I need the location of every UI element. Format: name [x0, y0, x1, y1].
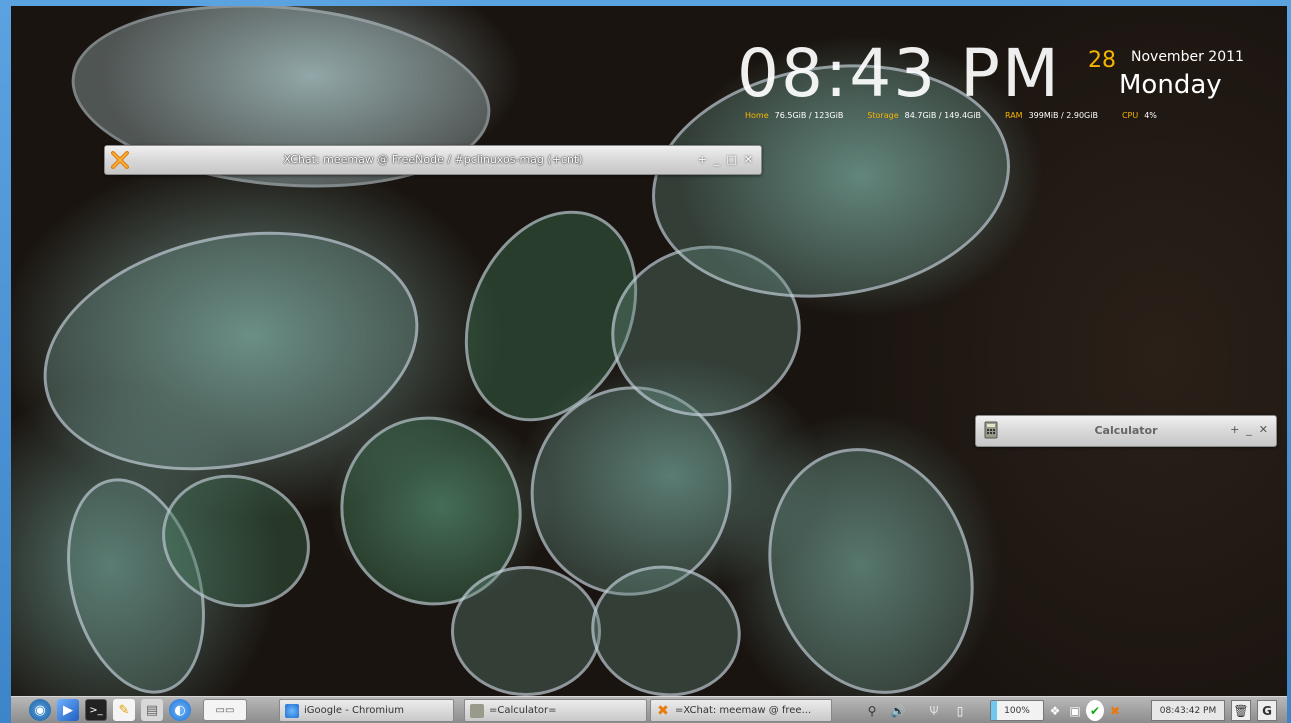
search-icon[interactable]: ⚲	[861, 700, 883, 721]
network-icon[interactable]: Ψ	[923, 700, 945, 721]
pin-button[interactable]: +	[698, 153, 707, 166]
minimize-button[interactable]: _	[714, 153, 720, 166]
conky-month-year: November 2011	[1131, 49, 1244, 65]
taskbar: ◉ ▶ >_ ✎ ▤ ◐ ▭▭ iGoogle - Chromium =Calc…	[11, 696, 1287, 723]
task-label: iGoogle - Chromium	[304, 705, 404, 716]
minimize-button[interactable]: _	[1246, 423, 1252, 436]
volume-icon[interactable]: 🔊	[887, 700, 909, 721]
trash-icon[interactable]: 🗑	[1231, 700, 1251, 721]
stat-value: 4%	[1144, 111, 1157, 120]
updates-icon[interactable]: ✔	[1086, 700, 1104, 721]
conky-system-stats: Home 76.5GiB / 123GiB Storage 84.7GiB / …	[745, 111, 1175, 120]
stat-label: Storage	[867, 111, 899, 120]
desktop-icon[interactable]: ▶	[57, 699, 79, 721]
close-button[interactable]: ✕	[744, 153, 753, 166]
file-manager-icon[interactable]: ▤	[141, 699, 163, 721]
taskbar-clock[interactable]: 08:43:42 PM	[1151, 700, 1225, 721]
task-label: =XChat: meemaw @ free...	[675, 705, 812, 716]
terminal-icon[interactable]: >_	[85, 699, 107, 721]
window-title: XChat: meemaw @ FreeNode / #pclinuxos-ma…	[283, 153, 583, 166]
close-button[interactable]: ✕	[1259, 423, 1268, 436]
stat-value: 399MiB / 2.90GiB	[1028, 111, 1098, 120]
stat-label: CPU	[1121, 111, 1139, 120]
menu-icon[interactable]: ◉	[29, 699, 51, 721]
stat-value: 76.5GiB / 123GiB	[774, 111, 844, 120]
battery-label: 100%	[1004, 705, 1030, 716]
document-icon[interactable]: ▯	[949, 700, 971, 721]
battery-fill	[991, 701, 998, 720]
task-chromium[interactable]: iGoogle - Chromium	[279, 699, 454, 722]
xchat-tray-icon[interactable]: ✖	[1106, 700, 1124, 721]
stat-value: 84.7GiB / 149.4GiB	[904, 111, 981, 120]
workspace-pager[interactable]: ▭▭	[203, 699, 247, 721]
task-calculator[interactable]: =Calculator=	[464, 699, 647, 722]
task-xchat[interactable]: ✖ =XChat: meemaw @ free...	[650, 699, 832, 722]
battery-indicator[interactable]: 100%	[990, 700, 1044, 721]
xchat-window-titlebar[interactable]: XChat: meemaw @ FreeNode / #pclinuxos-ma…	[104, 145, 762, 175]
pin-button[interactable]: +	[1230, 423, 1239, 436]
stat-label: Home	[745, 111, 769, 120]
screen-icon[interactable]: ▣	[1066, 700, 1084, 721]
dropbox-icon[interactable]: ❖	[1046, 700, 1064, 721]
text-editor-icon[interactable]: ✎	[113, 699, 135, 721]
stat-label: RAM	[1004, 111, 1023, 120]
conky-day-number: 28	[1088, 48, 1116, 73]
chromium-icon	[285, 703, 299, 718]
web-browser-icon[interactable]: ◐	[169, 699, 191, 721]
conky-weekday: Monday	[1119, 70, 1222, 100]
leaf-shape	[451, 566, 601, 696]
calculator-window-titlebar[interactable]: Calculator + _ ✕	[975, 415, 1277, 447]
window-controls: + _ □ ✕	[698, 153, 753, 166]
leaf-shape	[737, 421, 1005, 696]
logout-icon[interactable]: G	[1257, 700, 1277, 721]
calculator-icon	[470, 703, 484, 718]
task-label: =Calculator=	[489, 705, 557, 716]
desktop-wallpaper	[11, 6, 1287, 696]
maximize-button[interactable]: □	[726, 153, 736, 166]
conky-clock-time: 08:43 PM	[737, 35, 1061, 112]
xchat-icon: ✖	[657, 702, 669, 719]
window-controls: + _ ✕	[1230, 423, 1268, 436]
